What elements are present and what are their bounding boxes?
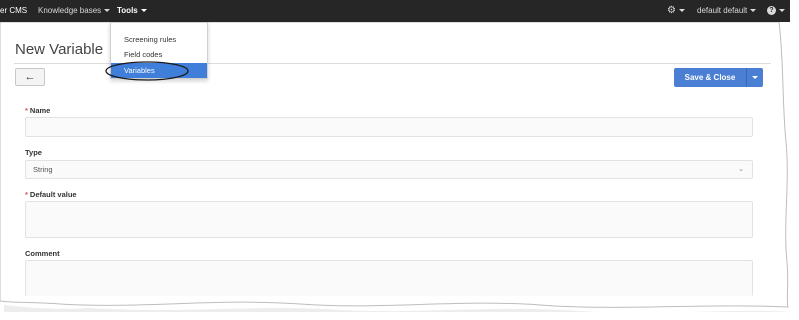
chevron-down-icon: ⌄ <box>738 166 744 173</box>
default-value-label-text: Default value <box>29 190 77 199</box>
top-navbar: er CMS Knowledge bases Tools ⚙ default d… <box>0 0 790 22</box>
chevron-down-icon <box>104 9 111 13</box>
chevron-down-icon <box>752 76 758 79</box>
name-input[interactable] <box>25 117 753 137</box>
save-close-button[interactable]: Save & Close <box>674 68 746 87</box>
chevron-down-icon <box>140 9 147 13</box>
comment-label: Comment <box>25 249 60 258</box>
settings-menu[interactable]: ⚙ <box>667 0 685 22</box>
page-title: New Variable <box>15 41 104 58</box>
type-select[interactable]: String ⌄ <box>25 160 753 179</box>
nav-knowledge-bases-label: Knowledge bases <box>38 6 102 15</box>
arrow-left-icon: ← <box>24 71 36 83</box>
help-icon: ? <box>767 6 776 16</box>
type-select-value: String <box>33 165 53 174</box>
user-name: default default <box>697 6 748 15</box>
default-value-label: * Default value <box>25 190 77 199</box>
save-options-toggle[interactable] <box>746 68 763 87</box>
help-menu[interactable]: ? <box>767 0 785 22</box>
nav-knowledge-bases[interactable]: Knowledge bases <box>38 0 111 22</box>
app-brand[interactable]: er CMS <box>0 0 27 22</box>
gear-icon: ⚙ <box>667 5 676 16</box>
back-button[interactable]: ← <box>15 68 45 86</box>
comment-input[interactable] <box>25 260 753 296</box>
nav-tools-label: Tools <box>117 6 138 15</box>
required-marker: * <box>25 106 28 115</box>
type-label: Type <box>25 148 42 157</box>
save-button-group: Save & Close <box>674 68 763 87</box>
name-label: * Name <box>25 106 50 115</box>
annotation-ellipse <box>105 61 189 81</box>
chevron-down-icon <box>750 9 757 13</box>
name-label-text: Name <box>29 106 51 115</box>
menu-item-screening-rules[interactable]: Screening rules <box>111 32 207 47</box>
user-menu[interactable]: default default <box>697 0 757 22</box>
nav-tools[interactable]: Tools <box>117 0 147 22</box>
required-marker: * <box>25 190 28 199</box>
chevron-down-icon <box>678 9 685 13</box>
chevron-down-icon <box>779 9 785 13</box>
default-value-input[interactable] <box>25 201 753 238</box>
